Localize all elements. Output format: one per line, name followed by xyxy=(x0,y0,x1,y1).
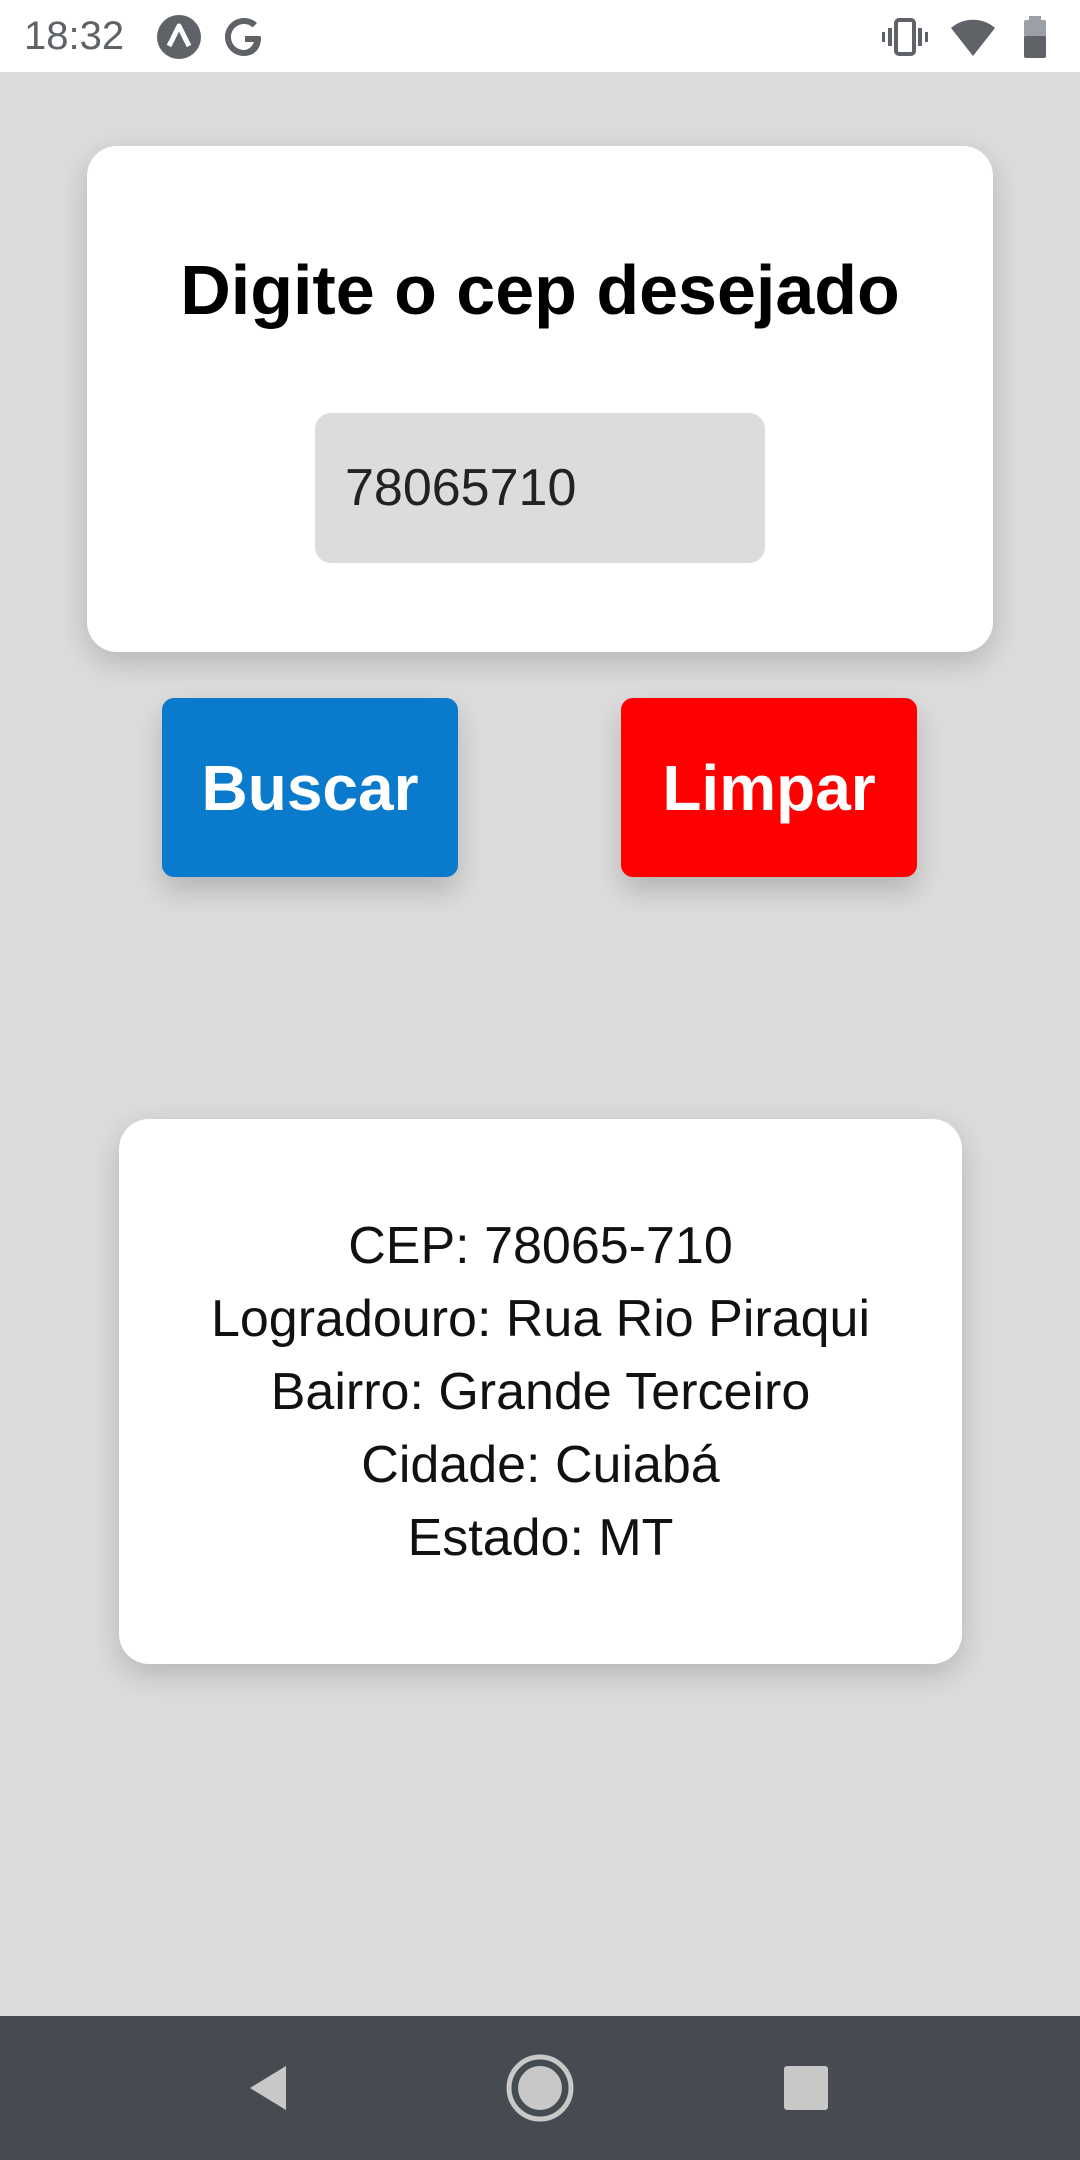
status-time: 18:32 xyxy=(24,14,125,58)
home-icon[interactable] xyxy=(504,2052,576,2124)
page-title: Digite o cep desejado xyxy=(180,251,900,329)
search-button[interactable]: Buscar xyxy=(162,698,458,877)
cep-input[interactable] xyxy=(315,413,765,563)
google-icon xyxy=(225,18,261,56)
search-card xyxy=(87,146,993,652)
battery-icon xyxy=(1024,16,1046,58)
wifi-icon xyxy=(951,19,995,56)
result-bairro: Bairro: Grande Terceiro xyxy=(270,1363,811,1421)
result-details: CEP: 78065-710 Logradouro: Rua Rio Piraq… xyxy=(119,1210,962,1575)
result-logradouro: Logradouro: Rua Rio Piraqui xyxy=(210,1290,871,1348)
vibrate-icon xyxy=(882,18,928,56)
status-bar: 18:32 xyxy=(0,0,1080,72)
navigation-bar xyxy=(0,2016,1080,2160)
result-cidade: Cidade: Cuiabá xyxy=(361,1436,720,1494)
clear-button[interactable]: Limpar xyxy=(621,698,917,877)
result-cep: CEP: 78065-710 xyxy=(348,1217,733,1275)
result-estado: Estado: MT xyxy=(407,1509,674,1567)
recents-icon[interactable] xyxy=(770,2052,842,2124)
app-a-icon xyxy=(157,15,201,59)
back-icon[interactable] xyxy=(234,2052,306,2124)
